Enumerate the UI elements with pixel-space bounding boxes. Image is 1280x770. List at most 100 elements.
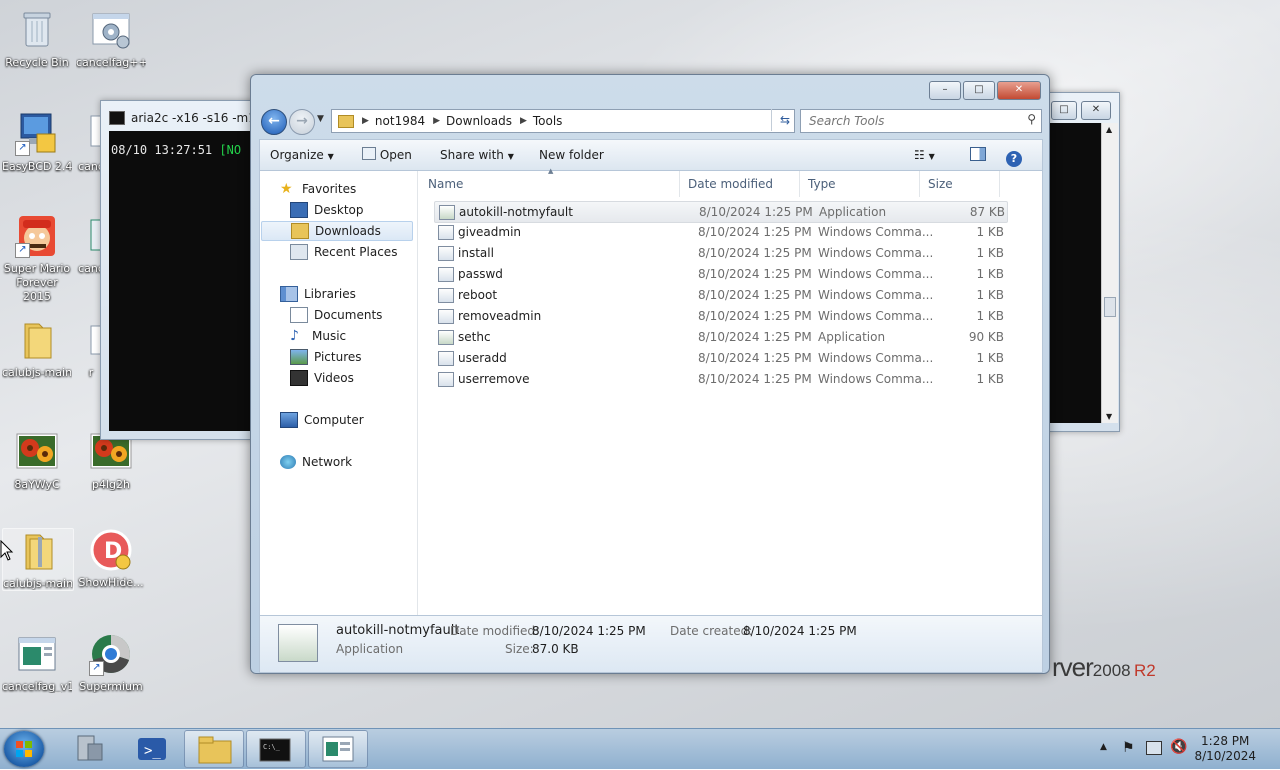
nav-desktop[interactable]: Desktop: [290, 200, 364, 220]
navigation-pane[interactable]: ★ Favorites Desktop Downloads Recent Plac…: [260, 171, 418, 616]
nav-music[interactable]: ♪ Music: [290, 326, 346, 346]
scroll-down-icon[interactable]: ▼: [1106, 412, 1112, 421]
watermark-version: 2008: [1092, 661, 1131, 680]
breadcrumb-not1984[interactable]: not1984: [375, 114, 425, 128]
file-list[interactable]: ▲ Name Date modified Type Size autokill-…: [418, 167, 1042, 616]
nav-computer[interactable]: Computer: [280, 410, 364, 430]
windows-logo-icon: [16, 741, 32, 757]
console-window[interactable]: aria2c -x16 -s16 -m16 08/10 13:27:51 [NO: [100, 100, 262, 440]
nav-videos[interactable]: Videos: [290, 368, 354, 388]
organize-button[interactable]: Organize ▼: [270, 140, 334, 170]
open-app-icon: [362, 147, 376, 160]
column-header-name[interactable]: Name: [420, 171, 680, 197]
nav-favorites[interactable]: ★ Favorites: [280, 179, 356, 199]
file-row[interactable]: reboot 8/10/2024 1:25 PM Windows Comma..…: [434, 285, 1006, 305]
bg-close-button[interactable]: ✕: [1081, 101, 1111, 120]
column-header-date-modified[interactable]: Date modified: [680, 171, 800, 197]
file-row[interactable]: install 8/10/2024 1:25 PM Windows Comma.…: [434, 243, 1006, 263]
breadcrumb-tools[interactable]: Tools: [533, 114, 563, 128]
chevron-down-icon: ▼: [928, 152, 935, 161]
file-type: Windows Comma...: [818, 267, 934, 281]
file-date: 8/10/2024 1:25 PM: [699, 205, 813, 219]
file-name: useradd: [458, 351, 507, 365]
show-hidden-icons-icon[interactable]: ▲: [1100, 742, 1107, 752]
nav-libraries[interactable]: Libraries: [280, 284, 356, 304]
search-input[interactable]: [807, 110, 1011, 132]
file-row[interactable]: passwd 8/10/2024 1:25 PM Windows Comma..…: [434, 264, 1006, 284]
open-button[interactable]: Open: [362, 140, 412, 170]
file-row[interactable]: removeadmin 8/10/2024 1:25 PM Windows Co…: [434, 306, 1006, 326]
file-row[interactable]: autokill-notmyfault 8/10/2024 1:25 PM Ap…: [434, 201, 1008, 223]
preview-pane-button[interactable]: [970, 140, 986, 170]
new-folder-label: New folder: [539, 148, 604, 162]
network-tray-icon[interactable]: [1146, 741, 1162, 755]
refresh-icon: ⇆: [779, 113, 791, 127]
desktop-icon-super-mario[interactable]: ↗ Super Mario Forever 2015: [2, 214, 72, 304]
column-header-size[interactable]: Size: [920, 171, 1000, 197]
explorer-window[interactable]: – □ ✕ ← → ▼ ▶ not1984 ▶ Downloads ▶ Tool…: [250, 74, 1050, 674]
file-row[interactable]: sethc 8/10/2024 1:25 PM Application 90 K…: [434, 327, 1006, 347]
file-row[interactable]: giveadmin 8/10/2024 1:25 PM Windows Comm…: [434, 222, 1006, 242]
breadcrumb-downloads[interactable]: Downloads: [446, 114, 512, 128]
file-size: 1 KB: [976, 246, 1004, 260]
shortcut-arrow-icon: ↗: [89, 661, 104, 676]
recent-pages-chevron-icon[interactable]: ▼: [317, 114, 324, 124]
scroll-thumb[interactable]: [1104, 297, 1116, 317]
caption-buttons: – □ ✕: [929, 81, 1041, 100]
maximize-button[interactable]: □: [963, 81, 995, 100]
new-folder-button[interactable]: New folder: [539, 140, 604, 170]
refresh-button[interactable]: ⇆: [771, 109, 798, 131]
chevron-down-icon: ▼: [507, 152, 514, 161]
forward-button[interactable]: →: [289, 109, 315, 135]
desktop-icon-calubjs-folder[interactable]: calubjs-main: [2, 318, 72, 379]
bg-scrollbar[interactable]: ▲ ▼: [1101, 123, 1118, 423]
clock[interactable]: 1:28 PM 8/10/2024: [1194, 734, 1256, 764]
desktop-icon-8aywyc[interactable]: 8aYWyC: [2, 430, 72, 491]
taskbar-server-manager[interactable]: [60, 730, 118, 766]
desktop-icon-recycle-bin[interactable]: Recycle Bin: [2, 8, 72, 69]
minimize-button[interactable]: –: [929, 81, 961, 100]
breadcrumb-separator-icon[interactable]: ▶: [520, 116, 527, 126]
share-with-label: Share with: [440, 148, 504, 162]
nav-pictures[interactable]: Pictures: [290, 347, 362, 367]
volume-muted-icon[interactable]: 🔇: [1170, 739, 1187, 755]
back-button[interactable]: ←: [261, 109, 287, 135]
desktop-icon-cancelfag-plus[interactable]: cancelfag++: [76, 8, 146, 69]
scroll-up-icon[interactable]: ▲: [1106, 125, 1112, 134]
breadcrumb-separator-icon[interactable]: ▶: [362, 116, 369, 126]
background-window[interactable]: □ ✕ ▲ ▼: [1040, 92, 1120, 432]
action-center-flag-icon[interactable]: ⚑: [1122, 740, 1135, 756]
taskbar-command-prompt[interactable]: C:\_: [246, 730, 306, 768]
batch-file-icon: [438, 309, 454, 324]
start-button[interactable]: [4, 731, 44, 767]
bg-maximize-button[interactable]: □: [1051, 101, 1077, 120]
file-row[interactable]: useradd 8/10/2024 1:25 PM Windows Comma.…: [434, 348, 1006, 368]
taskbar-explorer[interactable]: [184, 730, 244, 768]
details-file-name: autokill-notmyfault: [336, 623, 460, 638]
taskbar-app-window[interactable]: [308, 730, 368, 768]
address-bar[interactable]: ▶ not1984 ▶ Downloads ▶ Tools ▼: [331, 109, 839, 133]
desktop-icon-supermium[interactable]: ↗ Supermium: [76, 632, 146, 693]
batch-file-icon: [438, 288, 454, 303]
search-icon[interactable]: ⚲: [1027, 112, 1036, 126]
file-size: 1 KB: [976, 351, 1004, 365]
change-view-button[interactable]: ☷ ▼: [914, 140, 935, 170]
file-name: sethc: [458, 330, 491, 344]
desktop-icon-label: ShowHide...: [78, 576, 144, 589]
close-button[interactable]: ✕: [997, 81, 1041, 100]
share-with-button[interactable]: Share with ▼: [440, 140, 514, 170]
desktop-icon-cancelfag-v1[interactable]: cancelfag_v1: [2, 632, 72, 693]
nav-downloads[interactable]: Downloads: [261, 221, 413, 241]
help-button[interactable]: ?: [1006, 140, 1022, 170]
search-box[interactable]: ⚲: [800, 109, 1042, 133]
column-header-type[interactable]: Type: [800, 171, 920, 197]
desktop-icon-showhide[interactable]: D ShowHide...: [76, 528, 146, 589]
breadcrumb-separator-icon[interactable]: ▶: [433, 116, 440, 126]
taskbar-powershell[interactable]: >_: [122, 730, 180, 766]
file-size: 1 KB: [976, 267, 1004, 281]
nav-recent-places[interactable]: Recent Places: [290, 242, 397, 262]
nav-documents[interactable]: Documents: [290, 305, 382, 325]
nav-network[interactable]: Network: [280, 452, 352, 472]
desktop-icon-easybcd[interactable]: ↗ EasyBCD 2.4: [2, 112, 72, 173]
file-row[interactable]: userremove 8/10/2024 1:25 PM Windows Com…: [434, 369, 1006, 389]
